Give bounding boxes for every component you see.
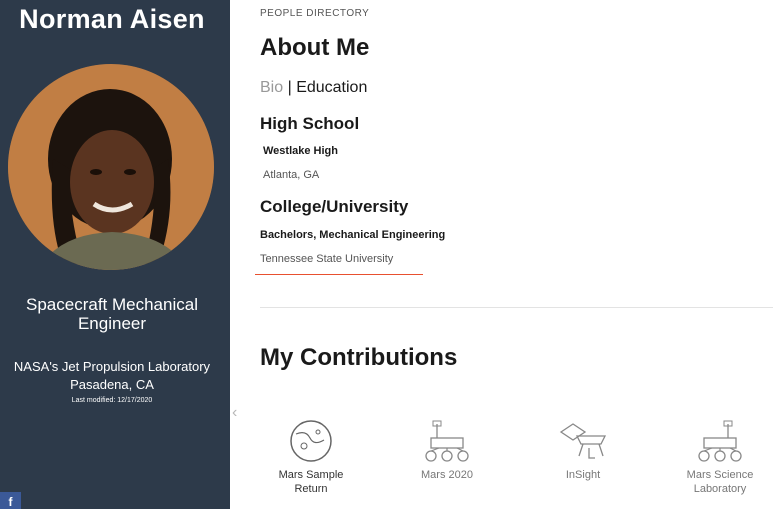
section-eyebrow: PEOPLE DIRECTORY (260, 8, 370, 19)
profile-sidebar: Norman Aisen Spacecraft Mechanical Engin… (0, 0, 230, 509)
org-location: Pasadena, CA (70, 377, 154, 392)
contribution-label: InSight (565, 469, 601, 481)
college-heading: College/University (260, 197, 409, 216)
contribution-insight[interactable]: InSight (533, 418, 633, 482)
section-divider (260, 307, 773, 308)
high-school-name: Westlake High (263, 145, 338, 157)
rover-icon (698, 420, 742, 462)
high-school-location: Atlanta, GA (263, 169, 320, 181)
contribution-mars-sample-return[interactable]: Mars Sample Return (261, 418, 361, 496)
profile-name: Norman Aisen (19, 4, 205, 34)
avatar (8, 64, 214, 270)
university-link[interactable]: Tennessee State University (260, 253, 393, 265)
contribution-mars-science-laboratory[interactable]: Mars Science Laboratory (670, 418, 770, 496)
last-modified: Last modified: 12/17/2020 (71, 397, 153, 404)
contribution-mars-2020[interactable]: Mars 2020 (397, 418, 497, 482)
facebook-icon[interactable]: f (0, 492, 21, 509)
university-underline (255, 274, 423, 275)
contribution-label: Mars Science Laboratory (686, 469, 754, 495)
planet-icon (290, 420, 332, 462)
contribution-label: Mars 2020 (421, 469, 473, 481)
about-tabs: Bio | Education (260, 79, 367, 97)
chevron-left-icon[interactable]: ‹ (232, 404, 237, 422)
contribution-label: Mars Sample Return (278, 469, 344, 495)
tab-separator: | (287, 79, 292, 96)
lander-icon (559, 423, 607, 459)
org-name: NASA's Jet Propulsion Laboratory (13, 359, 211, 374)
page-title: About Me (260, 34, 370, 61)
tab-bio[interactable]: Bio (260, 79, 283, 96)
high-school-heading: High School (260, 114, 360, 133)
contributions-heading: My Contributions (260, 344, 458, 371)
organization: NASA's Jet Propulsion Laboratory Pasaden… (0, 358, 224, 394)
rover-icon (425, 420, 469, 462)
tab-education[interactable]: Education (296, 79, 367, 96)
degree: Bachelors, Mechanical Engineering (260, 229, 446, 241)
job-title: Spacecraft Mechanical Engineer (26, 295, 198, 333)
